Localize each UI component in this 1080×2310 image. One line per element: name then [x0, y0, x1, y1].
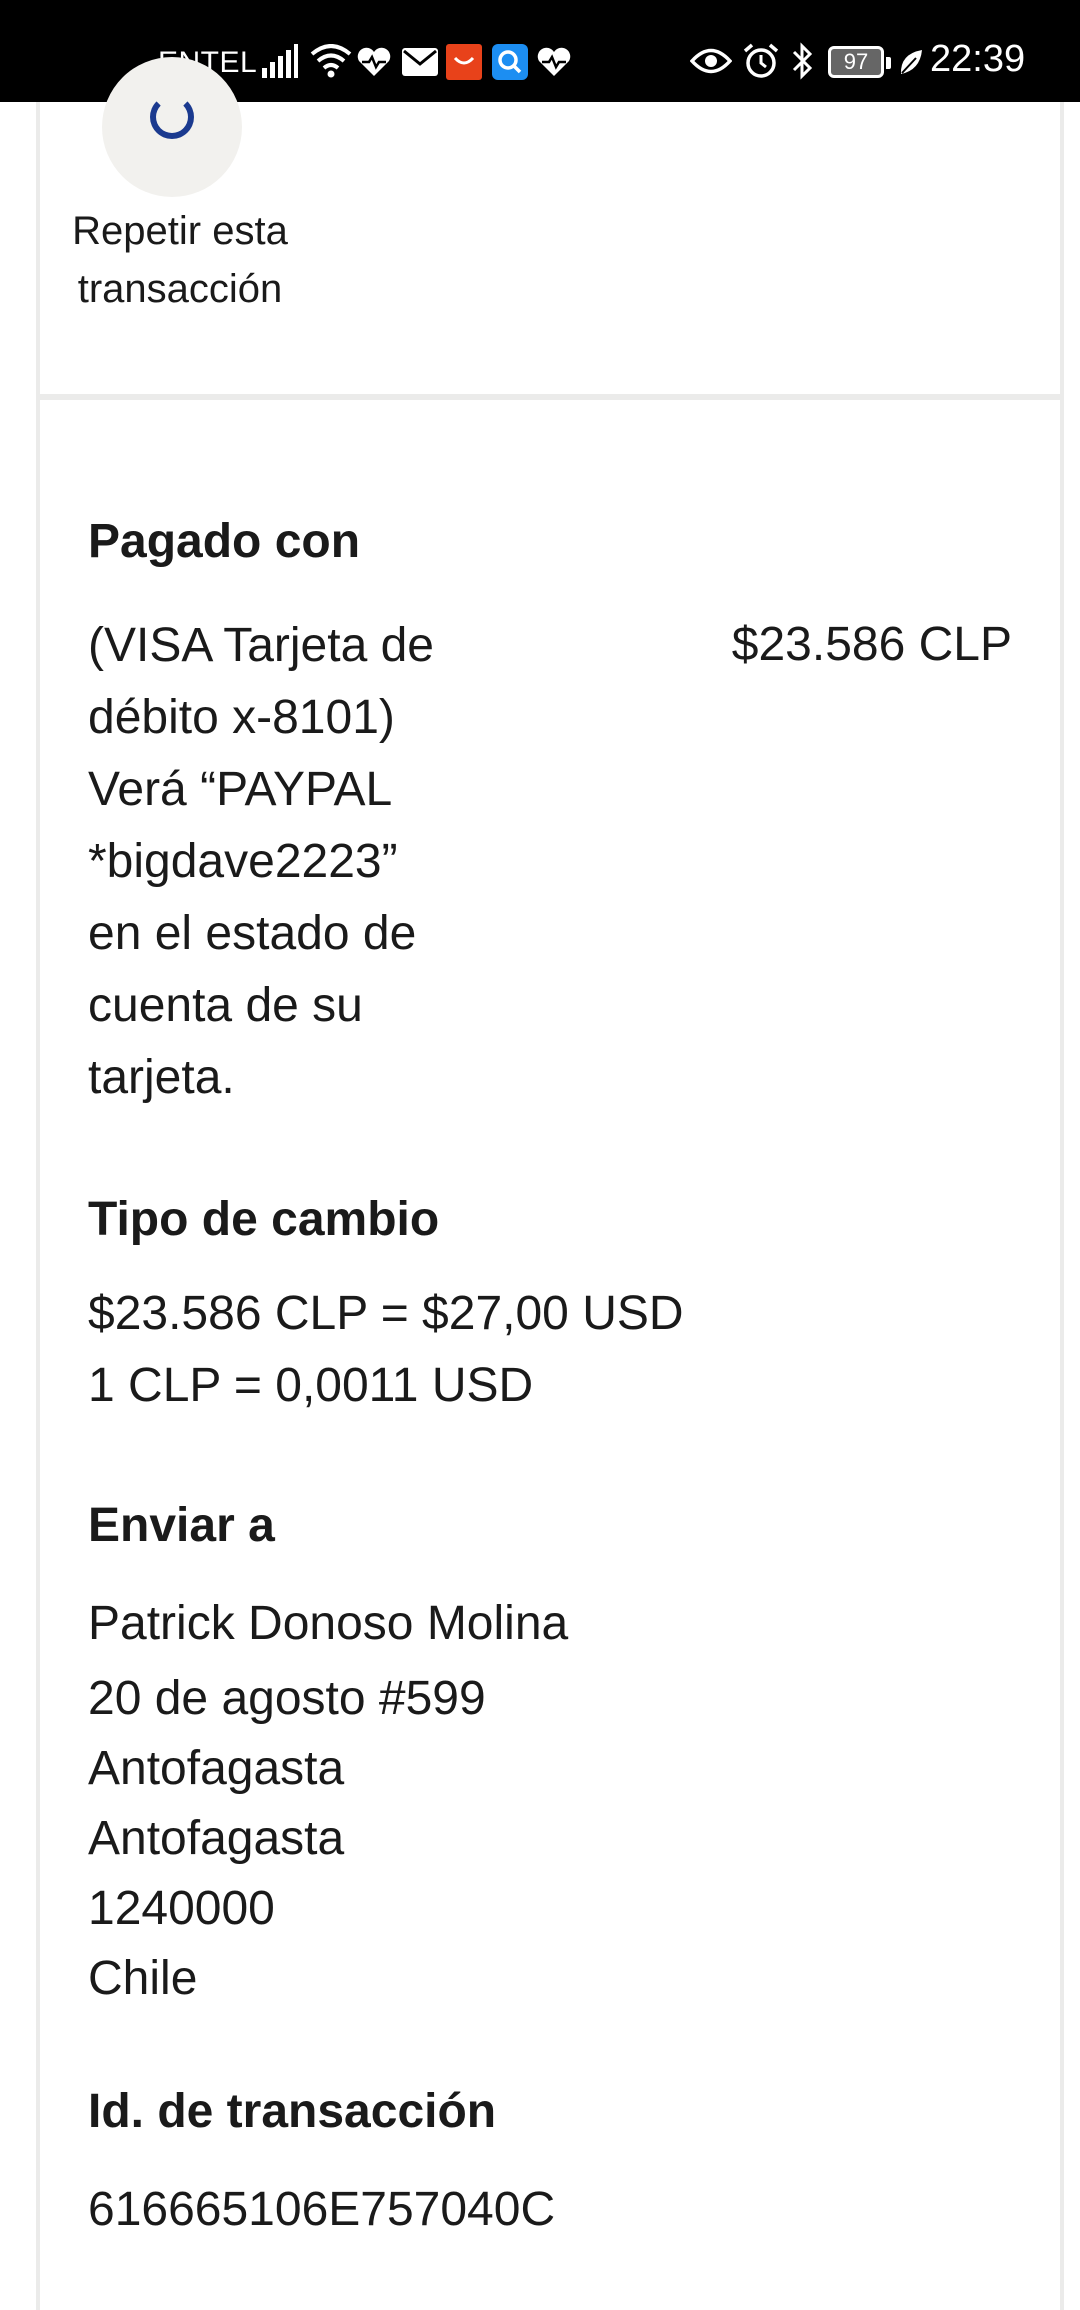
- health-heart-icon: [357, 47, 391, 76]
- mail-icon: [402, 48, 438, 76]
- transaction-id-heading: Id. de transacción: [88, 2085, 497, 2138]
- exchange-rate-line-1: $23.586 CLP = $27,00 USD: [88, 1287, 684, 1340]
- signal-icon: [262, 44, 298, 78]
- battery-indicator: 97: [828, 46, 891, 78]
- card-border-left: [36, 102, 40, 2310]
- section-divider: [36, 394, 1064, 400]
- transaction-id-value: 616665106E757040C: [88, 2183, 556, 2236]
- card-border-right: [1060, 102, 1064, 2310]
- repeat-icon: [150, 95, 194, 139]
- health-heart-icon-2: [537, 47, 571, 76]
- shopping-app-icon: [446, 44, 482, 80]
- exchange-rate-heading: Tipo de cambio: [88, 1193, 440, 1246]
- paid-with-heading: Pagado con: [88, 515, 361, 568]
- eye-icon: [690, 48, 732, 74]
- exchange-rate-line-2: 1 CLP = 0,0011 USD: [88, 1359, 534, 1412]
- payment-amount: $23.586 CLP: [731, 618, 1012, 671]
- transaction-details-page: Repetir esta transacción Pagado con (VIS…: [0, 57, 1080, 2310]
- alarm-icon: [743, 43, 779, 78]
- shipping-address: 20 de agosto #599 Antofagasta Antofagast…: [88, 1672, 486, 2005]
- search-app-icon: [492, 44, 528, 80]
- repeat-transaction-label[interactable]: Repetir esta transacción: [40, 202, 320, 318]
- wifi-icon: [310, 44, 352, 78]
- clock: 22:39: [930, 38, 1026, 80]
- ship-to-heading: Enviar a: [88, 1499, 275, 1552]
- bluetooth-icon: [792, 42, 813, 80]
- payment-method-text: (VISA Tarjeta de débito x-8101) Verá “PA…: [88, 619, 434, 1104]
- repeat-transaction-circle[interactable]: [102, 57, 242, 197]
- recipient-name: Patrick Donoso Molina: [88, 1597, 569, 1650]
- battery-saver-leaf-icon: [900, 50, 922, 74]
